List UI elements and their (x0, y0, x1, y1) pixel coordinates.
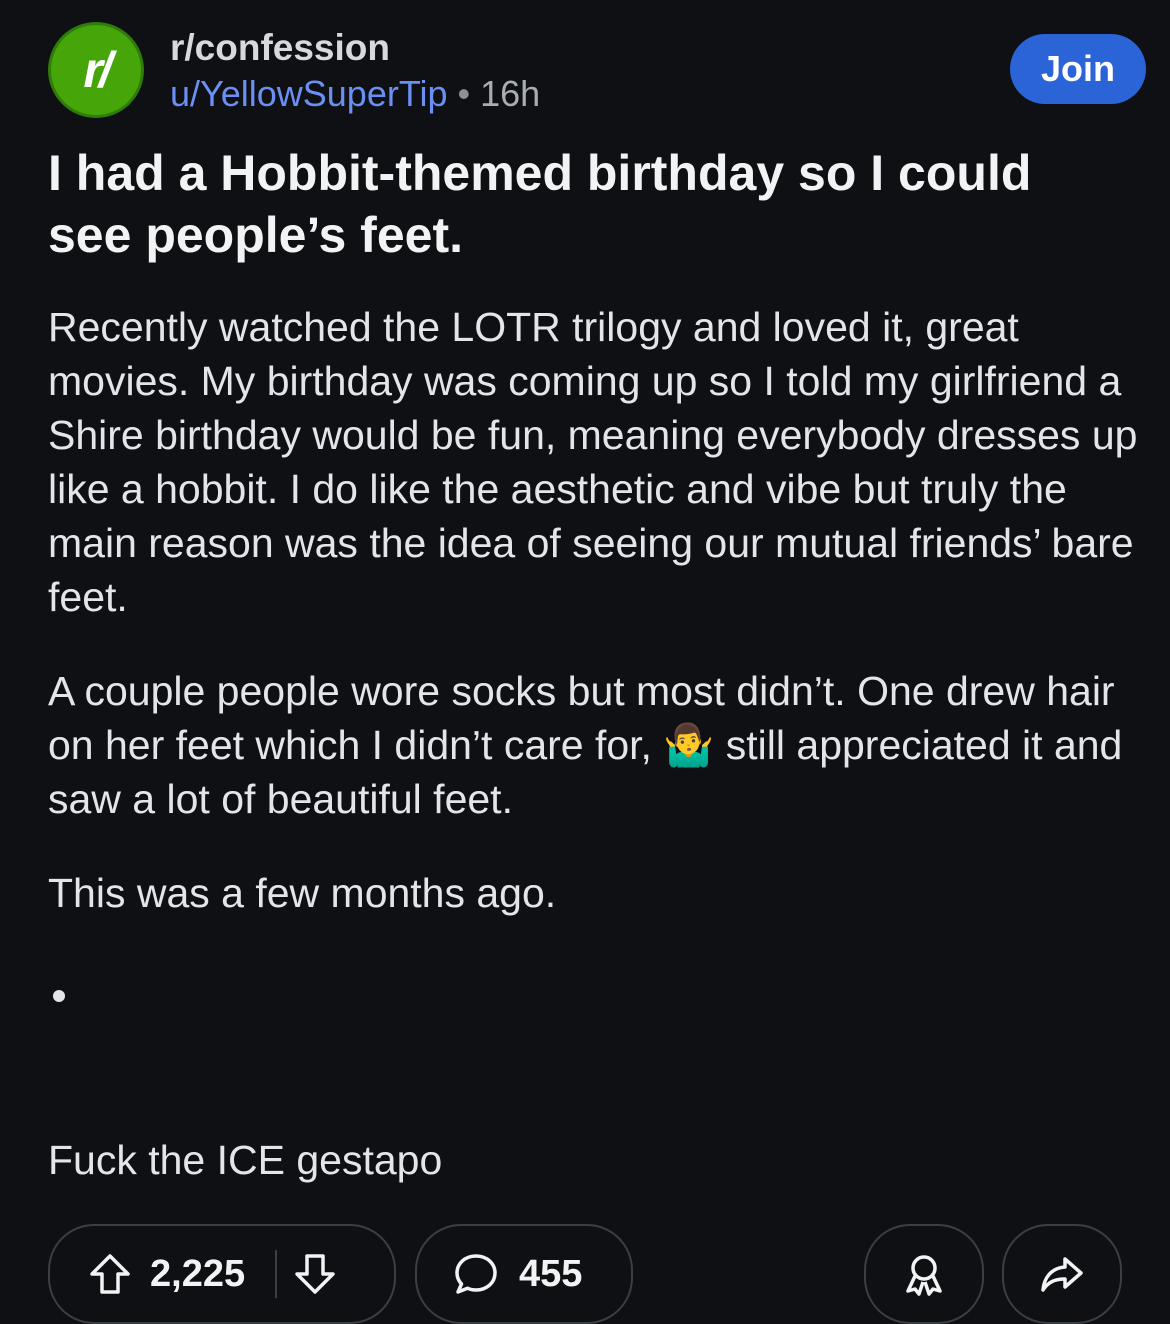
vote-divider (275, 1250, 278, 1298)
post-meta: r/confession u/YellowSuperTip • 16h (170, 26, 540, 116)
post-header: r/ r/confession u/YellowSuperTip • 16h Joi… (48, 20, 1148, 120)
subreddit-name[interactable]: r/confession (170, 26, 540, 70)
meta-separator: • (457, 73, 471, 114)
award-ribbon-icon (901, 1251, 947, 1297)
join-button[interactable]: Join (1010, 34, 1146, 104)
author-line: u/YellowSuperTip • 16h (170, 72, 540, 116)
vote-bar: 2,225 (48, 1224, 396, 1324)
comment-bubble-icon (453, 1251, 499, 1297)
post-time: 16h (480, 73, 541, 114)
comments-button[interactable]: 455 (415, 1224, 633, 1324)
share-arrow-icon (1039, 1251, 1085, 1297)
post-paragraph: Fuck the ICE gestapo (48, 1137, 443, 1183)
author-name[interactable]: u/YellowSuperTip (170, 73, 448, 114)
comment-count: 455 (519, 1252, 583, 1295)
subreddit-avatar[interactable]: r/ (48, 22, 144, 118)
downvote-arrow-icon[interactable] (293, 1252, 337, 1296)
post-paragraph: This was a few months ago. (48, 870, 557, 916)
share-button[interactable] (1002, 1224, 1122, 1324)
award-button[interactable] (864, 1224, 984, 1324)
post-paragraph: Recently watched the LOTR trilogy and lo… (48, 304, 1138, 620)
upvote-count: 2,225 (150, 1252, 246, 1295)
bullet-dot (53, 990, 65, 1002)
upvote-arrow-icon[interactable] (88, 1252, 132, 1296)
post-title: I had a Hobbit-themed birthday so I coul… (48, 145, 1032, 263)
post-paragraph: A couple people wore socks but most didn… (48, 668, 1123, 822)
